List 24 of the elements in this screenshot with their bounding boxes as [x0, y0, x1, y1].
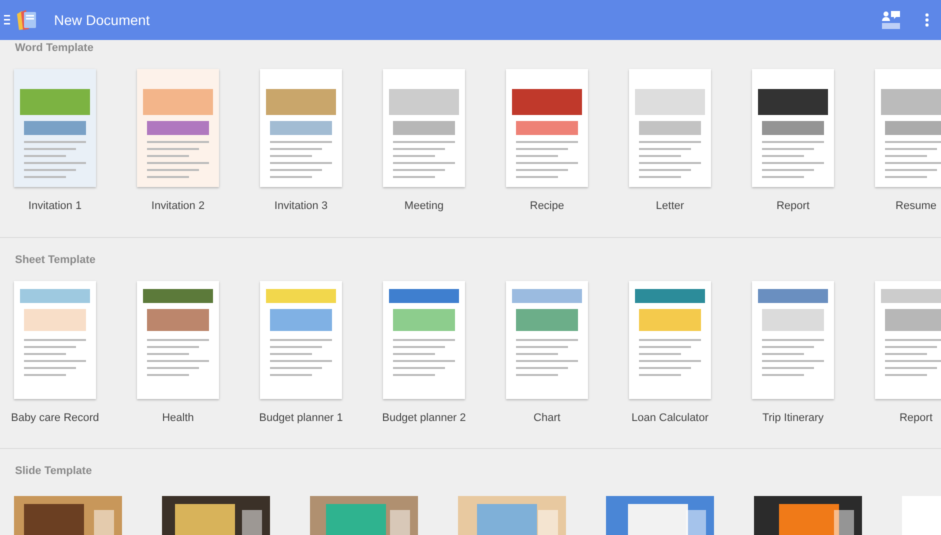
template-name: Health — [162, 410, 194, 426]
section-title: Word Template — [14, 41, 94, 56]
app-title: New Document — [54, 10, 150, 30]
template-name: Budget planner 1 — [259, 410, 343, 426]
template-name: Letter — [656, 199, 684, 214]
template-name: Trip Itinerary — [762, 410, 824, 426]
template-name: Report — [899, 410, 933, 426]
template-name: Loan Calculator — [631, 410, 709, 426]
template-name: Invitation 1 — [28, 199, 82, 214]
app-logo-icon — [14, 8, 38, 32]
template-name: Chart — [534, 410, 560, 426]
template-name: Meeting — [404, 199, 444, 214]
template-name: Invitation 3 — [274, 199, 328, 214]
section-title: Slide Template — [14, 464, 93, 479]
section-title: Sheet Template — [14, 252, 96, 268]
template-name: Budget planner 2 — [382, 410, 466, 426]
more-icon — [925, 12, 929, 27]
template-name: Report — [776, 199, 810, 214]
community-icon[interactable] — [881, 10, 901, 30]
template-name: Resume — [896, 199, 936, 214]
template-name: Recipe — [530, 199, 564, 214]
template-name: Invitation 2 — [151, 199, 205, 214]
menu-icon[interactable] — [4, 14, 10, 26]
template-name: Baby care Record — [10, 410, 100, 426]
